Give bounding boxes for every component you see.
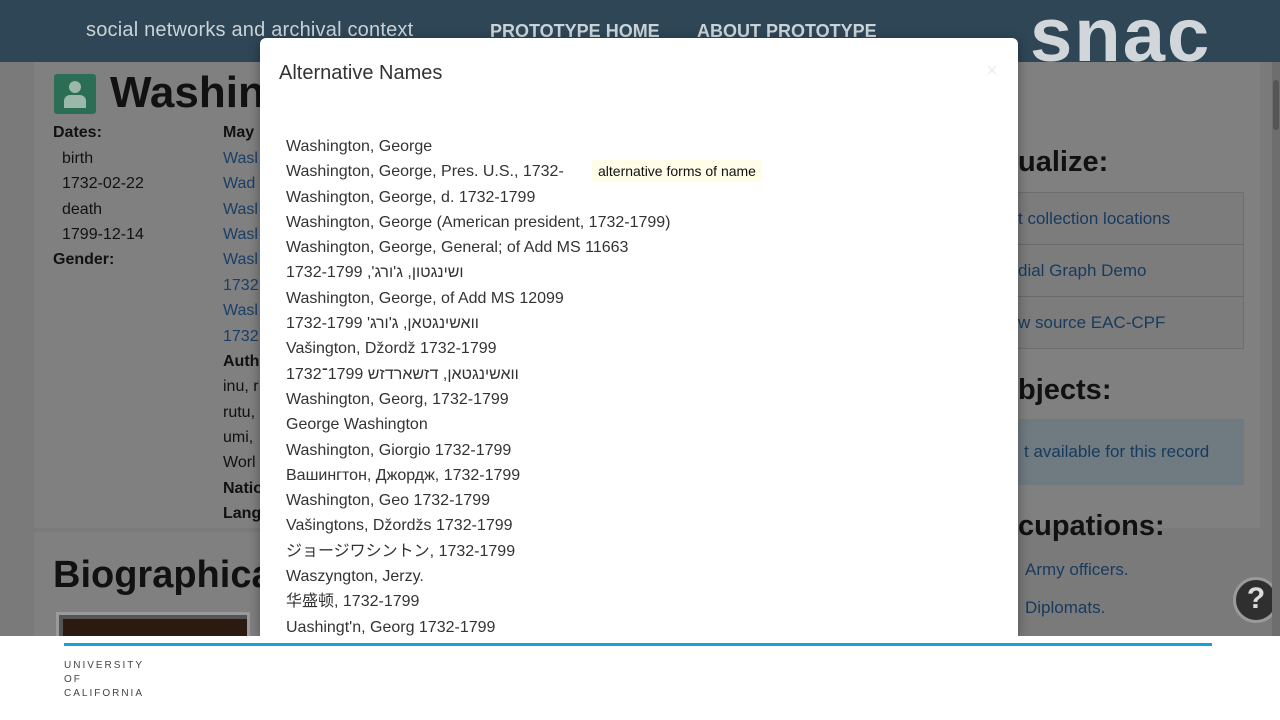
related-link[interactable]: Wasl <box>223 201 258 219</box>
gender-label: Gender: <box>53 251 115 268</box>
radial-graph-link[interactable]: dial Graph Demo <box>1018 261 1242 281</box>
alternative-names-modal: Alternative Names × Washington, George W… <box>260 38 1018 636</box>
menu-divider <box>1018 244 1244 245</box>
collection-locations-link[interactable]: t collection locations <box>1018 209 1242 229</box>
authority-text: umi, <box>223 429 254 446</box>
objects-heading: bjects: <box>1018 374 1112 406</box>
footer <box>0 636 1280 720</box>
list-item: Washington, Giorgio 1732-1799 <box>286 441 512 459</box>
occupations-heading: cupations: <box>1018 510 1165 542</box>
list-item: Washington, Geo 1732-1799 <box>286 492 490 510</box>
list-item: וואשינגטאן, ג'ורג' 1732-1799 <box>286 315 479 333</box>
uc-logo-line: OF <box>64 674 82 685</box>
menu-divider <box>1018 296 1244 297</box>
portrait-image <box>56 612 250 636</box>
authority-text: inu, r <box>223 378 259 395</box>
list-item: Vašingtons, Džordžs 1732-1799 <box>286 517 513 535</box>
list-item: Washington, George <box>286 138 433 155</box>
record-title: Washin <box>110 68 265 117</box>
birth-date: 1732-02-22 <box>62 175 144 192</box>
biography-heading: Biographica <box>53 554 273 596</box>
related-link[interactable]: Wasl <box>223 226 258 244</box>
list-item: Washington, George, of Add MS 12099 <box>286 289 564 307</box>
list-item: ジョージワシントン, 1732-1799 <box>286 542 516 560</box>
dates-label: Dates: <box>53 124 102 141</box>
related-link[interactable]: Wasl <box>223 251 258 269</box>
uc-logo-line: UNIVERSITY <box>64 660 145 671</box>
tooltip: alternative forms of name <box>592 160 762 182</box>
occupation-link[interactable]: Army officers. <box>1025 560 1129 580</box>
may-label: May <box>223 124 255 141</box>
authority-label: Auth <box>223 353 260 370</box>
list-item: וואשינגטאן, דזשארדזש 1799־1732 <box>286 365 519 383</box>
uc-logo-line: CALIFORNIA <box>64 688 145 699</box>
footer-rule <box>64 643 1212 646</box>
related-link[interactable]: Wad <box>223 175 255 193</box>
language-label: Lang <box>223 505 262 522</box>
related-link[interactable]: Wasl <box>223 302 258 320</box>
list-item: George Washington <box>286 416 428 434</box>
person-icon <box>54 74 96 114</box>
nationality-label: Natio <box>223 480 263 497</box>
list-item: ושינגטון, ג'ורג', 1732-1799 <box>286 264 464 282</box>
related-link[interactable]: Wasl <box>223 150 258 168</box>
related-link[interactable]: 1732 <box>223 328 259 346</box>
alternative-names-list: Washington, George Washington, George, P… <box>286 134 671 636</box>
list-item: Waszyngton, Jerzy. <box>286 568 424 586</box>
list-item: Washington, George, General; of Add MS 1… <box>286 239 629 257</box>
objects-notice-text: t available for this record <box>1024 442 1210 461</box>
list-item: Uashingt'n, Georg 1732-1799 <box>286 618 496 636</box>
death-label: death <box>62 201 103 218</box>
modal-title: Alternative Names <box>279 62 443 84</box>
birth-label: birth <box>62 150 94 167</box>
list-item: Washington, George, d. 1732-1799 <box>286 188 536 206</box>
list-item: Vašington, Džordž 1732-1799 <box>286 340 497 358</box>
list-item: Washington, Georg, 1732-1799 <box>286 390 509 408</box>
death-date: 1799-12-14 <box>62 226 144 243</box>
close-icon[interactable]: × <box>982 60 1002 82</box>
list-item: Вашингтон, Джордж, 1732-1799 <box>286 466 521 484</box>
related-link[interactable]: 1732 <box>223 277 259 295</box>
authority-text: Worl <box>223 454 256 471</box>
visualize-heading: ualize: <box>1018 146 1109 178</box>
list-item: 华盛顿, 1732-1799 <box>286 593 420 611</box>
page-scrollbar[interactable] <box>1272 62 1280 636</box>
authority-text: rutu, <box>223 404 256 421</box>
page-scrollbar-thumb[interactable] <box>1273 80 1279 130</box>
occupation-link[interactable]: Diplomats. <box>1025 598 1105 618</box>
view-source-link[interactable]: w source EAC-CPF <box>1018 313 1242 333</box>
list-item: Washington, George (American president, … <box>286 213 671 231</box>
